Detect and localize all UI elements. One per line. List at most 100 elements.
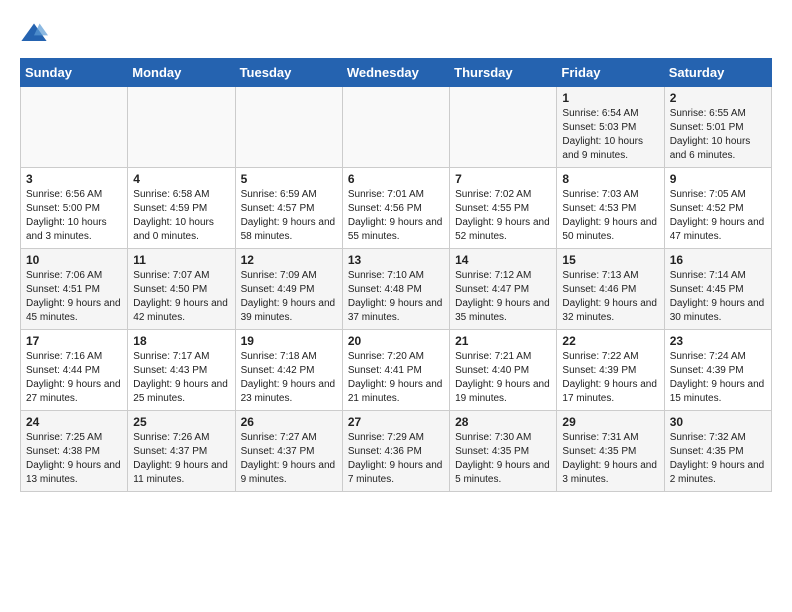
day-info: Sunrise: 7:25 AM Sunset: 4:38 PM Dayligh… (26, 431, 122, 487)
day-info: Sunrise: 7:02 AM Sunset: 4:55 PM Dayligh… (455, 188, 551, 244)
day-info: Sunrise: 7:10 AM Sunset: 4:48 PM Dayligh… (348, 269, 444, 325)
day-number: 17 (26, 334, 122, 348)
calendar-cell: 17Sunrise: 7:16 AM Sunset: 4:44 PM Dayli… (21, 330, 128, 411)
day-info: Sunrise: 7:12 AM Sunset: 4:47 PM Dayligh… (455, 269, 551, 325)
calendar-cell: 20 Sunrise: 7:20 AM Sunset: 4:41 PM Dayli… (342, 330, 449, 411)
calendar-cell: 27 Sunrise: 7:29 AM Sunset: 4:36 PM Dayli… (342, 411, 449, 492)
calendar-cell (342, 87, 449, 168)
day-number: 22 (562, 334, 658, 348)
day-header-friday: Friday (557, 59, 664, 87)
day-info: Sunrise: 7:26 AM Sunset: 4:37 PM Dayligh… (133, 431, 229, 487)
day-info: Sunrise: 7:07 AM Sunset: 4:50 PM Dayligh… (133, 269, 229, 325)
calendar-cell: 25 Sunrise: 7:26 AM Sunset: 4:37 PM Dayli… (128, 411, 235, 492)
calendar-cell: 26Sunrise: 7:27 AM Sunset: 4:37 PM Dayli… (235, 411, 342, 492)
day-number: 27 (348, 415, 444, 429)
calendar-cell: 6Sunrise: 7:01 AM Sunset: 4:56 PM Daylig… (342, 168, 449, 249)
day-header-thursday: Thursday (450, 59, 557, 87)
week-row-4: 17Sunrise: 7:16 AM Sunset: 4:44 PM Dayli… (21, 330, 772, 411)
calendar-cell: 12 Sunrise: 7:09 AM Sunset: 4:49 PM Dayli… (235, 249, 342, 330)
day-info: Sunrise: 7:24 AM Sunset: 4:39 PM Dayligh… (670, 350, 766, 406)
calendar-cell: 16Sunrise: 7:14 AM Sunset: 4:45 PM Dayli… (664, 249, 771, 330)
day-info: Sunrise: 7:21 AM Sunset: 4:40 PM Dayligh… (455, 350, 551, 406)
day-info: Sunrise: 7:22 AM Sunset: 4:39 PM Dayligh… (562, 350, 658, 406)
day-header-wednesday: Wednesday (342, 59, 449, 87)
calendar-cell: 11 Sunrise: 7:07 AM Sunset: 4:50 PM Dayli… (128, 249, 235, 330)
calendar-cell (235, 87, 342, 168)
day-number: 26 (241, 415, 337, 429)
calendar-cell: 19 Sunrise: 7:18 AM Sunset: 4:42 PM Dayli… (235, 330, 342, 411)
day-info: Sunrise: 7:30 AM Sunset: 4:35 PM Dayligh… (455, 431, 551, 487)
calendar-cell: 14 Sunrise: 7:12 AM Sunset: 4:47 PM Dayli… (450, 249, 557, 330)
calendar-table: SundayMondayTuesdayWednesdayThursdayFrid… (20, 58, 772, 492)
day-info: Sunrise: 6:58 AM Sunset: 4:59 PM Dayligh… (133, 188, 229, 244)
day-info: Sunrise: 7:20 AM Sunset: 4:41 PM Dayligh… (348, 350, 444, 406)
day-number: 14 (455, 253, 551, 267)
day-info: Sunrise: 7:03 AM Sunset: 4:53 PM Dayligh… (562, 188, 658, 244)
calendar-cell: 7 Sunrise: 7:02 AM Sunset: 4:55 PM Daylig… (450, 168, 557, 249)
day-info: Sunrise: 6:56 AM Sunset: 5:00 PM Dayligh… (26, 188, 122, 244)
calendar-cell: 10 Sunrise: 7:06 AM Sunset: 4:51 PM Dayli… (21, 249, 128, 330)
calendar-cell: 8 Sunrise: 7:03 AM Sunset: 4:53 PM Daylig… (557, 168, 664, 249)
day-header-monday: Monday (128, 59, 235, 87)
day-info: Sunrise: 7:09 AM Sunset: 4:49 PM Dayligh… (241, 269, 337, 325)
calendar-cell: 13 Sunrise: 7:10 AM Sunset: 4:48 PM Dayli… (342, 249, 449, 330)
header-row: SundayMondayTuesdayWednesdayThursdayFrid… (21, 59, 772, 87)
calendar-cell: 23Sunrise: 7:24 AM Sunset: 4:39 PM Dayli… (664, 330, 771, 411)
day-header-tuesday: Tuesday (235, 59, 342, 87)
calendar-cell (450, 87, 557, 168)
week-row-3: 10 Sunrise: 7:06 AM Sunset: 4:51 PM Dayli… (21, 249, 772, 330)
logo (20, 20, 52, 48)
day-number: 9 (670, 172, 766, 186)
calendar-cell: 15 Sunrise: 7:13 AM Sunset: 4:46 PM Dayli… (557, 249, 664, 330)
day-info: Sunrise: 6:55 AM Sunset: 5:01 PM Dayligh… (670, 107, 766, 163)
day-info: Sunrise: 7:18 AM Sunset: 4:42 PM Dayligh… (241, 350, 337, 406)
calendar-cell: 21 Sunrise: 7:21 AM Sunset: 4:40 PM Dayli… (450, 330, 557, 411)
day-number: 6 (348, 172, 444, 186)
day-number: 7 (455, 172, 551, 186)
day-number: 24 (26, 415, 122, 429)
day-number: 20 (348, 334, 444, 348)
calendar-cell: 1 Sunrise: 6:54 AM Sunset: 5:03 PM Daylig… (557, 87, 664, 168)
day-number: 5 (241, 172, 337, 186)
week-row-5: 24 Sunrise: 7:25 AM Sunset: 4:38 PM Dayli… (21, 411, 772, 492)
day-info: Sunrise: 7:13 AM Sunset: 4:46 PM Dayligh… (562, 269, 658, 325)
page-header (20, 20, 772, 48)
logo-icon (20, 20, 48, 48)
day-number: 19 (241, 334, 337, 348)
day-info: Sunrise: 7:32 AM Sunset: 4:35 PM Dayligh… (670, 431, 766, 487)
day-number: 16 (670, 253, 766, 267)
day-number: 1 (562, 91, 658, 105)
calendar-cell: 28Sunrise: 7:30 AM Sunset: 4:35 PM Dayli… (450, 411, 557, 492)
calendar-cell: 3 Sunrise: 6:56 AM Sunset: 5:00 PM Daylig… (21, 168, 128, 249)
calendar-cell: 2 Sunrise: 6:55 AM Sunset: 5:01 PM Daylig… (664, 87, 771, 168)
day-info: Sunrise: 7:17 AM Sunset: 4:43 PM Dayligh… (133, 350, 229, 406)
day-info: Sunrise: 7:29 AM Sunset: 4:36 PM Dayligh… (348, 431, 444, 487)
calendar-cell: 30 Sunrise: 7:32 AM Sunset: 4:35 PM Dayli… (664, 411, 771, 492)
week-row-1: 1 Sunrise: 6:54 AM Sunset: 5:03 PM Daylig… (21, 87, 772, 168)
day-header-sunday: Sunday (21, 59, 128, 87)
calendar-cell: 24 Sunrise: 7:25 AM Sunset: 4:38 PM Dayli… (21, 411, 128, 492)
day-number: 3 (26, 172, 122, 186)
day-number: 13 (348, 253, 444, 267)
day-info: Sunrise: 6:59 AM Sunset: 4:57 PM Dayligh… (241, 188, 337, 244)
day-number: 4 (133, 172, 229, 186)
calendar-cell (128, 87, 235, 168)
day-info: Sunrise: 7:06 AM Sunset: 4:51 PM Dayligh… (26, 269, 122, 325)
day-number: 30 (670, 415, 766, 429)
calendar-cell: 22 Sunrise: 7:22 AM Sunset: 4:39 PM Dayli… (557, 330, 664, 411)
day-number: 2 (670, 91, 766, 105)
calendar-cell: 4 Sunrise: 6:58 AM Sunset: 4:59 PM Daylig… (128, 168, 235, 249)
day-number: 15 (562, 253, 658, 267)
calendar-cell: 9Sunrise: 7:05 AM Sunset: 4:52 PM Daylig… (664, 168, 771, 249)
day-info: Sunrise: 7:31 AM Sunset: 4:35 PM Dayligh… (562, 431, 658, 487)
day-info: Sunrise: 6:54 AM Sunset: 5:03 PM Dayligh… (562, 107, 658, 163)
day-number: 11 (133, 253, 229, 267)
day-number: 10 (26, 253, 122, 267)
day-number: 12 (241, 253, 337, 267)
calendar-cell: 5 Sunrise: 6:59 AM Sunset: 4:57 PM Daylig… (235, 168, 342, 249)
calendar-cell (21, 87, 128, 168)
day-number: 8 (562, 172, 658, 186)
day-number: 29 (562, 415, 658, 429)
day-number: 25 (133, 415, 229, 429)
day-number: 21 (455, 334, 551, 348)
